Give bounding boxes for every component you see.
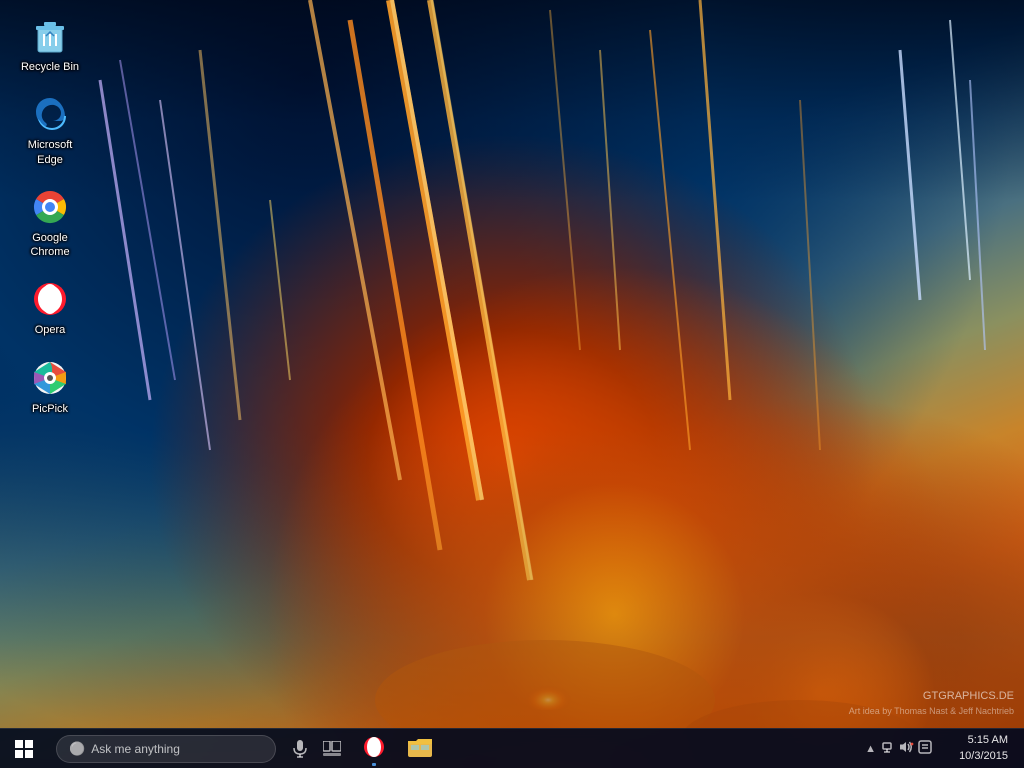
google-chrome-icon[interactable]: Google Chrome (10, 181, 90, 266)
atmosphere (0, 428, 1024, 728)
network-icon[interactable] (880, 740, 894, 757)
opera-label: Opera (35, 323, 66, 337)
clock-date: 10/3/2015 (959, 749, 1008, 764)
watermark-line1: GTGRAPHICS.DE (849, 688, 1014, 705)
show-hidden-icons-button[interactable]: ▲ (865, 743, 876, 755)
chrome-image (30, 187, 70, 227)
cortana-mic-button[interactable] (284, 729, 316, 769)
desktop-icons: Recycle Bin Microsoft Edge (10, 10, 90, 422)
recycle-bin-icon[interactable]: Recycle Bin (10, 10, 90, 80)
windows-logo-pane-tr (25, 740, 33, 748)
pinned-apps (352, 729, 442, 769)
meteor-effects (0, 0, 1024, 768)
windows-logo-pane-br (25, 750, 33, 758)
watermark-line2: Art idea by Thomas Nast & Jeff Nachtrieb (849, 705, 1014, 719)
mic-icon (293, 739, 307, 759)
taskbar-search[interactable]: ⚪ Ask me anything (56, 735, 276, 763)
taskbar-clock[interactable]: 5:15 AM 10/3/2015 (936, 733, 1016, 764)
picpick-image (30, 358, 70, 398)
edge-image (30, 94, 70, 134)
opera-image (30, 279, 70, 319)
picpick-icon[interactable]: PicPick (10, 352, 90, 422)
clock-time: 5:15 AM (968, 733, 1008, 748)
explorer-taskbar-icon (408, 736, 432, 762)
explorer-taskbar-app[interactable] (398, 729, 442, 769)
search-placeholder: Ask me anything (91, 742, 180, 756)
opera-taskbar-app[interactable] (352, 729, 396, 769)
recycle-bin-label: Recycle Bin (21, 60, 79, 74)
edge-label: Microsoft Edge (28, 138, 73, 167)
action-center-icon[interactable] (918, 740, 932, 757)
chrome-label: Google Chrome (30, 231, 69, 260)
recycle-bin-image (30, 16, 70, 56)
opera-taskbar-icon (362, 735, 386, 763)
watermark: GTGRAPHICS.DE Art idea by Thomas Nast & … (849, 688, 1014, 718)
start-button[interactable] (0, 729, 48, 769)
opera-icon[interactable]: Opera (10, 273, 90, 343)
windows-logo-pane-tl (15, 740, 23, 748)
microsoft-edge-icon[interactable]: Microsoft Edge (10, 88, 90, 173)
volume-icon[interactable] (898, 740, 914, 757)
search-icon: ⚪ (69, 741, 85, 757)
windows-logo (15, 740, 33, 758)
space-overlay (0, 0, 1024, 200)
picpick-label: PicPick (32, 402, 68, 416)
opera-active-indicator (372, 763, 376, 766)
system-tray: ▲ (865, 733, 1024, 764)
task-view-icon (323, 741, 341, 757)
taskbar: ⚪ Ask me anything (0, 728, 1024, 768)
windows-logo-pane-bl (15, 750, 23, 758)
task-view-button[interactable] (316, 729, 348, 769)
desktop: Recycle Bin Microsoft Edge (0, 0, 1024, 768)
